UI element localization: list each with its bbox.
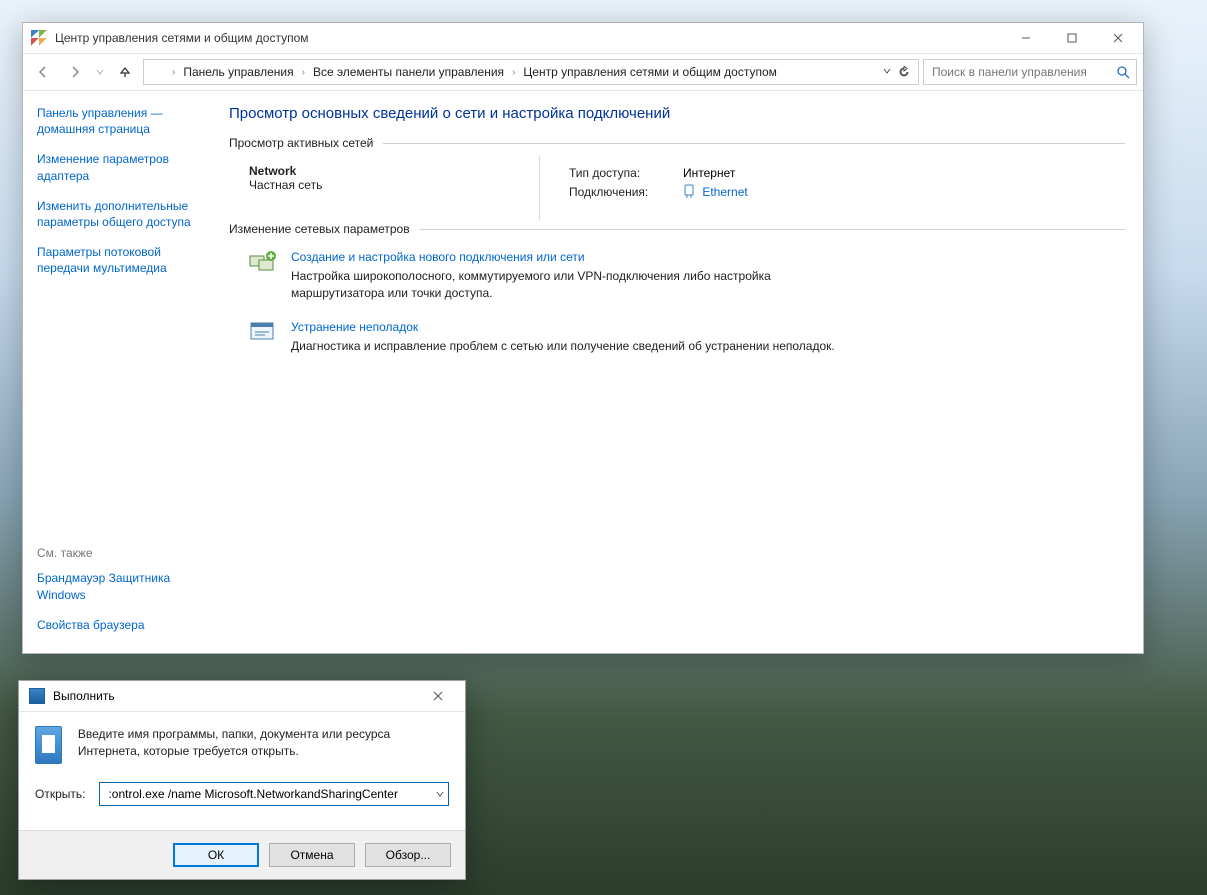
- access-type-value: Интернет: [683, 164, 735, 183]
- task-troubleshoot: Устранение неполадок Диагностика и испра…: [229, 316, 849, 369]
- nav-row: › Панель управления › Все элементы панел…: [23, 54, 1143, 91]
- cancel-button[interactable]: Отмена: [269, 843, 355, 867]
- search-input[interactable]: [930, 64, 1116, 80]
- control-panel-icon: [148, 64, 164, 80]
- breadcrumb-seg-2[interactable]: Все элементы панели управления: [309, 65, 508, 79]
- run-dialog: Выполнить Введите имя программы, папки, …: [18, 680, 466, 880]
- see-also-firewall[interactable]: Брандмауэр Защитника Windows: [37, 570, 207, 602]
- change-settings-header: Изменение сетевых параметров: [229, 222, 1125, 236]
- run-dialog-titlebar: Выполнить: [19, 681, 465, 712]
- maximize-button[interactable]: [1049, 23, 1095, 53]
- ethernet-icon: [683, 184, 695, 198]
- sidebar-link-adapter[interactable]: Изменение параметров адаптера: [37, 151, 207, 183]
- new-connection-icon: [249, 250, 277, 274]
- run-dialog-close-button[interactable]: [415, 682, 461, 710]
- troubleshoot-icon: [249, 320, 277, 344]
- content-area: Просмотр основных сведений о сети и наст…: [221, 91, 1143, 653]
- access-type-label: Тип доступа:: [569, 164, 669, 183]
- run-dialog-icon: [29, 688, 45, 704]
- ok-button[interactable]: ОК: [173, 843, 259, 867]
- sidebar: Панель управления — домашняя страница Из…: [23, 91, 221, 653]
- task-troubleshoot-link[interactable]: Устранение неполадок: [291, 320, 835, 334]
- connection-link[interactable]: Ethernet: [702, 185, 747, 199]
- open-combobox[interactable]: [99, 782, 449, 806]
- breadcrumb-seg-1[interactable]: Панель управления: [179, 65, 297, 79]
- task-troubleshoot-desc: Диагностика и исправление проблем с сеть…: [291, 339, 835, 353]
- run-dialog-buttons: ОК Отмена Обзор...: [19, 830, 465, 879]
- combobox-dropdown-icon[interactable]: [432, 790, 444, 798]
- active-networks-header: Просмотр активных сетей: [229, 136, 1125, 150]
- open-label: Открыть:: [35, 787, 85, 801]
- run-large-icon: [35, 726, 62, 764]
- active-network-grid: Network Частная сеть Тип доступа: Интерн…: [229, 160, 1125, 216]
- nav-recent-button[interactable]: [93, 58, 107, 86]
- breadcrumb-seg-3[interactable]: Центр управления сетями и общим доступом: [519, 65, 781, 79]
- search-box[interactable]: [923, 59, 1137, 85]
- nav-up-button[interactable]: [111, 58, 139, 86]
- network-type: Частная сеть: [249, 178, 469, 192]
- task-new-connection-desc: Настройка широкополосного, коммутируемог…: [291, 269, 771, 300]
- search-icon[interactable]: [1116, 65, 1130, 79]
- sidebar-link-home[interactable]: Панель управления — домашняя страница: [37, 105, 207, 137]
- sidebar-link-media-streaming[interactable]: Параметры потоковой передачи мультимедиа: [37, 244, 207, 276]
- network-name: Network: [249, 164, 469, 178]
- address-dropdown-button[interactable]: [882, 66, 892, 78]
- close-button[interactable]: [1095, 23, 1141, 53]
- open-input[interactable]: [106, 786, 432, 802]
- chevron-right-icon: ›: [510, 67, 517, 78]
- task-new-connection: Создание и настройка нового подключения …: [229, 246, 849, 316]
- vertical-separator: [539, 156, 540, 220]
- see-also-browser-props[interactable]: Свойства браузера: [37, 617, 207, 633]
- nav-forward-button[interactable]: [61, 58, 89, 86]
- run-dialog-title: Выполнить: [53, 689, 115, 703]
- titlebar: Центр управления сетями и общим доступом: [23, 23, 1143, 54]
- connections-label: Подключения:: [569, 183, 669, 202]
- see-also-label: См. также: [37, 546, 207, 560]
- active-networks-label: Просмотр активных сетей: [229, 136, 373, 150]
- page-title: Просмотр основных сведений о сети и наст…: [229, 105, 1125, 122]
- network-center-window: Центр управления сетями и общим доступом…: [22, 22, 1144, 654]
- chevron-right-icon: ›: [170, 67, 177, 78]
- nav-back-button[interactable]: [29, 58, 57, 86]
- refresh-button[interactable]: [898, 66, 910, 78]
- minimize-button[interactable]: [1003, 23, 1049, 53]
- control-panel-icon: [31, 30, 47, 46]
- run-message: Введите имя программы, папки, документа …: [78, 726, 449, 760]
- address-bar[interactable]: › Панель управления › Все элементы панел…: [143, 59, 919, 85]
- window-title: Центр управления сетями и общим доступом: [55, 31, 309, 45]
- browse-button[interactable]: Обзор...: [365, 843, 451, 867]
- sidebar-link-advanced-sharing[interactable]: Изменить дополнительные параметры общего…: [37, 198, 207, 230]
- chevron-right-icon: ›: [300, 67, 307, 78]
- change-settings-label: Изменение сетевых параметров: [229, 222, 410, 236]
- task-new-connection-link[interactable]: Создание и настройка нового подключения …: [291, 250, 849, 264]
